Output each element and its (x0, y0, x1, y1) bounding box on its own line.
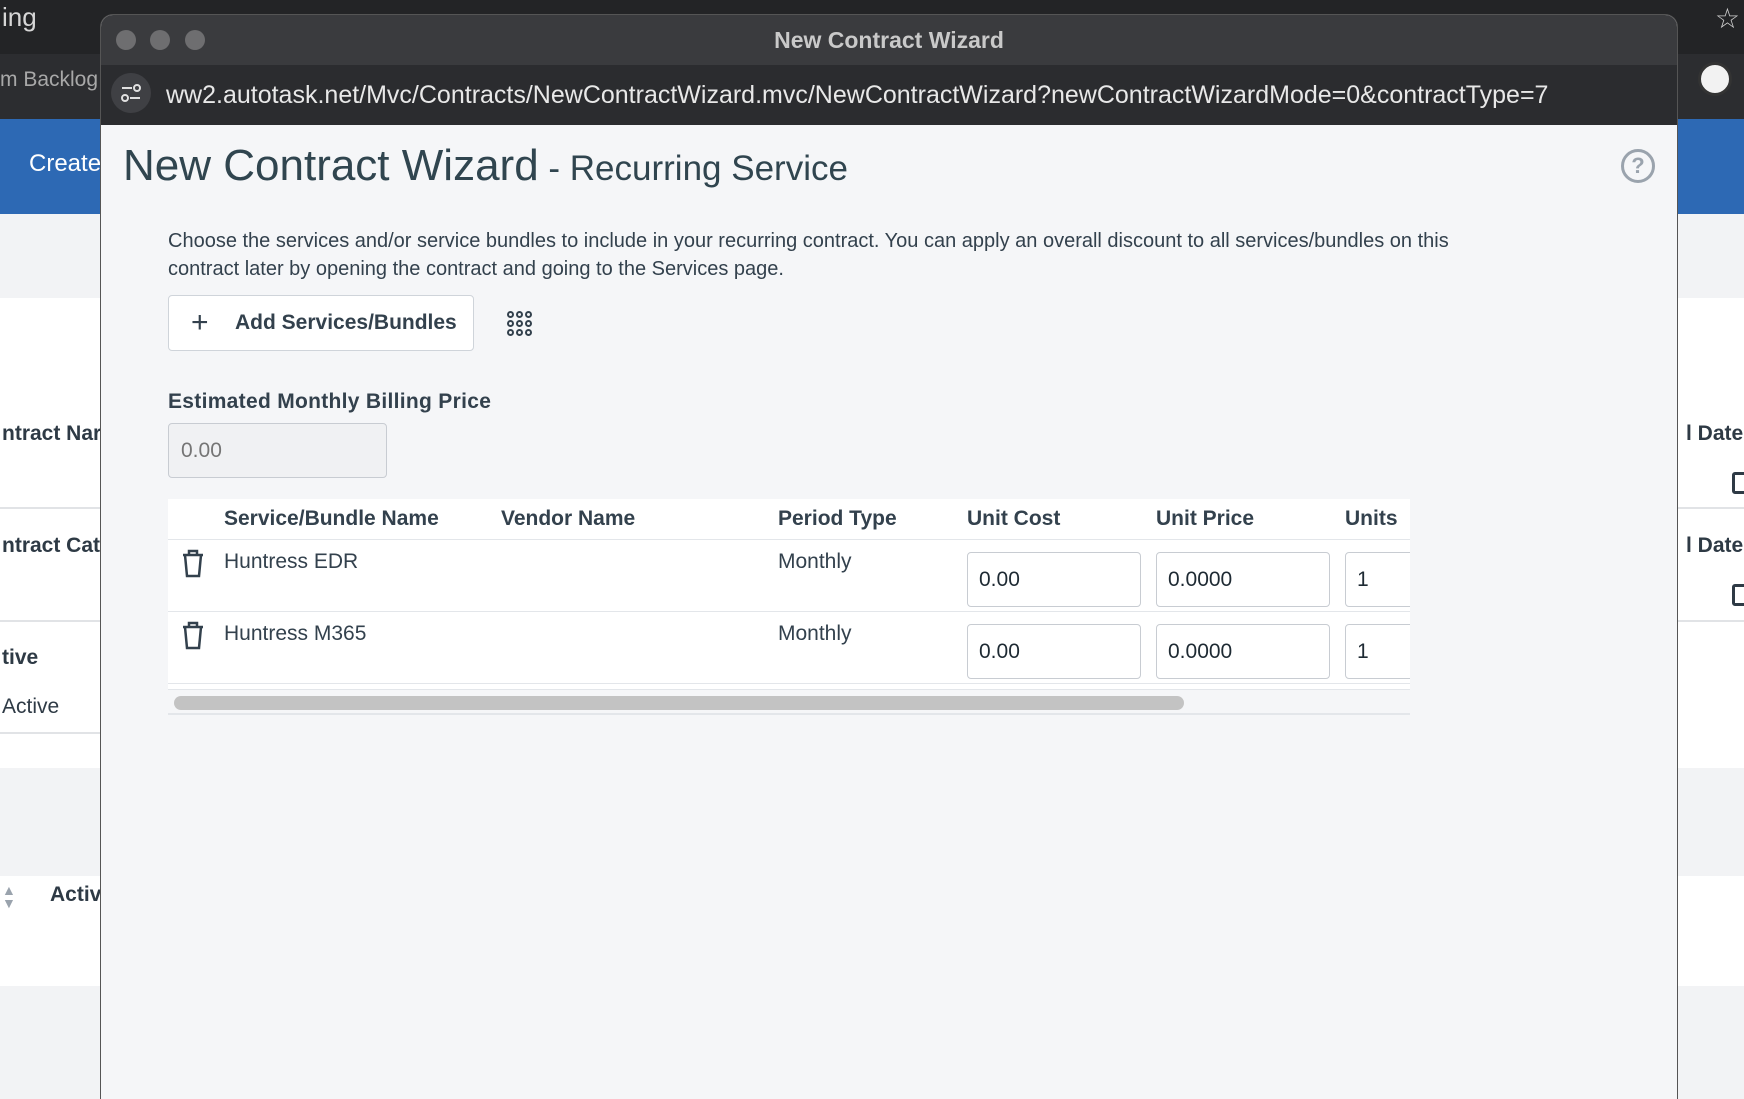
period-type-cell: Monthly (778, 622, 852, 645)
column-header-units[interactable]: Units (1345, 507, 1398, 531)
browser-tab-title[interactable]: ing (2, 2, 37, 33)
intro-text: Choose the services and/or service bundl… (168, 230, 1449, 280)
background-contract-category-label: ntract Cat (2, 534, 101, 557)
background-status-value: Active (2, 695, 60, 718)
site-settings-icon[interactable] (111, 73, 151, 113)
unit-cost-input[interactable] (967, 552, 1141, 607)
page-title-main: New Contract Wizard (123, 141, 539, 190)
background-end-date-label: l Date (1686, 534, 1744, 557)
background-divider (1677, 507, 1744, 509)
background-divider (0, 620, 101, 622)
background-grid-panel-right (1677, 876, 1744, 986)
column-header-vendor-name[interactable]: Vendor Name (501, 507, 635, 531)
bookmark-item[interactable]: m Backlog (0, 68, 98, 92)
scrollbar-thumb[interactable] (174, 696, 1184, 710)
background-divider (0, 732, 101, 734)
table-header: Service/Bundle Name Vendor Name Period T… (168, 499, 1410, 540)
units-input[interactable] (1345, 552, 1410, 607)
unit-price-input[interactable] (1156, 552, 1330, 607)
bookmark-star-icon[interactable]: ☆ (1715, 2, 1740, 35)
address-bar: ww2.autotask.net/Mvc/Contracts/NewContra… (101, 65, 1677, 125)
sort-icon[interactable]: ▲ ▼ (2, 883, 16, 914)
unit-cost-input[interactable] (967, 624, 1141, 679)
help-icon[interactable]: ? (1621, 149, 1655, 183)
background-start-date-label: l Date (1686, 422, 1744, 445)
period-type-cell: Monthly (778, 550, 852, 573)
add-services-bundles-label: Add Services/Bundles (235, 311, 457, 334)
column-header-unit-price[interactable]: Unit Price (1156, 507, 1254, 531)
background-contract-name-label: ntract Nar (2, 422, 102, 445)
service-name-cell: Huntress M365 (224, 622, 367, 645)
calendar-icon[interactable] (1732, 584, 1744, 606)
background-active-column-header[interactable]: Activ (50, 883, 101, 907)
unit-price-input[interactable] (1156, 624, 1330, 679)
delete-row-icon[interactable] (180, 620, 206, 650)
background-create-title: Create (29, 150, 102, 177)
delete-row-icon[interactable] (180, 548, 206, 578)
services-table: Service/Bundle Name Vendor Name Period T… (168, 499, 1410, 715)
url-text[interactable]: ww2.autotask.net/Mvc/Contracts/NewContra… (166, 81, 1548, 110)
calendar-icon[interactable] (1732, 472, 1744, 494)
column-header-period-type[interactable]: Period Type (778, 507, 897, 531)
estimated-monthly-billing-input[interactable] (168, 423, 387, 478)
service-name-cell: Huntress EDR (224, 550, 359, 573)
horizontal-scrollbar[interactable] (168, 689, 1410, 715)
plus-icon: + (191, 306, 209, 339)
page-title: New Contract Wizard - Recurring Service (123, 141, 848, 191)
profile-avatar[interactable] (1698, 62, 1732, 96)
new-contract-wizard-window: New Contract Wizard ww2.autotask.net/Mvc… (101, 15, 1677, 1099)
column-header-unit-cost[interactable]: Unit Cost (967, 507, 1060, 531)
table-row: Huntress M365 Monthly (168, 612, 1410, 684)
background-divider (1677, 620, 1744, 622)
window-title: New Contract Wizard (774, 27, 1004, 53)
wizard-content: New Contract Wizard - Recurring Service … (101, 125, 1677, 1099)
page-title-subtitle: - Recurring Service (538, 149, 848, 188)
estimated-monthly-billing-label: Estimated Monthly Billing Price (168, 390, 492, 413)
background-form-panel-right (1677, 298, 1744, 768)
units-input[interactable] (1345, 624, 1410, 679)
grid-menu-icon[interactable] (507, 311, 533, 337)
add-services-bundles-button[interactable]: + Add Services/Bundles (168, 295, 474, 351)
window-titlebar: New Contract Wizard (101, 15, 1677, 65)
table-row: Huntress EDR Monthly (168, 540, 1410, 612)
column-header-service-name[interactable]: Service/Bundle Name (224, 507, 439, 531)
background-divider (0, 507, 101, 509)
background-status-label: tive (2, 646, 39, 669)
